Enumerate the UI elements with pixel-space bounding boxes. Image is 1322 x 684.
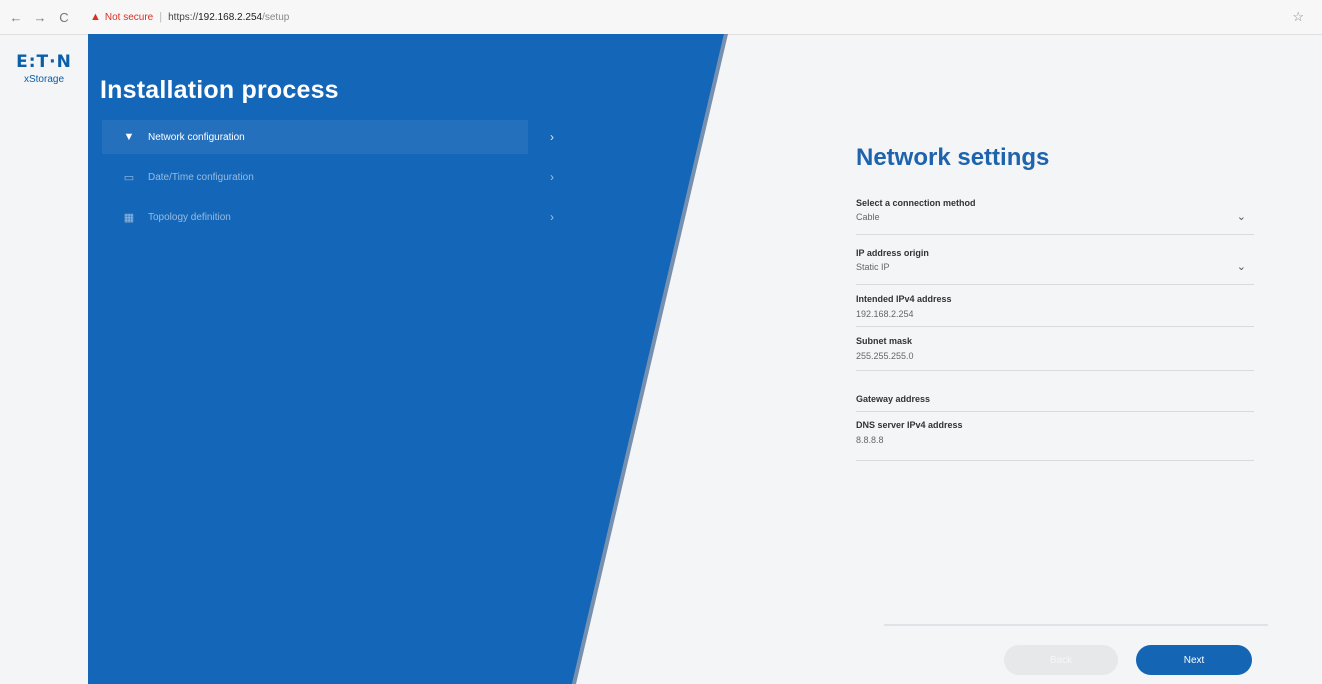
eaton-logo: E:T·N xStorage (12, 52, 76, 85)
ipv4-address-label: Intended IPv4 address (856, 294, 952, 304)
ip-origin-label: IP address origin (856, 248, 929, 258)
grid-icon: ▦ (123, 211, 135, 224)
dns-server-label: DNS server IPv4 address (856, 420, 963, 430)
url-host: 192.168.2.254 (198, 11, 263, 23)
step-label: Date/Time configuration (148, 171, 254, 183)
connection-method-label: Select a connection method (856, 198, 976, 208)
network-settings-title: Network settings (856, 144, 1050, 171)
gateway-address-label: Gateway address (856, 394, 931, 404)
address-separator: | (159, 11, 163, 23)
step-label: Network configuration (148, 131, 245, 143)
back-button[interactable]: Back (1004, 645, 1118, 675)
subnet-mask-field: Subnet mask (856, 336, 1254, 371)
subnet-mask-label: Subnet mask (856, 336, 913, 346)
step-label: Topology definition (148, 211, 231, 223)
step-network-configuration[interactable]: ▼ Network configuration › (102, 120, 554, 154)
page-title: Installation process (100, 76, 339, 104)
connection-method-select[interactable]: Select a connection method Cable ⌄ (856, 198, 1254, 235)
ipv4-address-input[interactable] (856, 309, 1254, 319)
installation-sidebar: Installation process ▼ Network configura… (88, 34, 648, 684)
subnet-mask-input[interactable] (856, 351, 1254, 361)
footer-divider (884, 624, 1268, 626)
gateway-address-field: Gateway address (856, 394, 1254, 412)
address-bar[interactable]: https://192.168.2.254/setup (168, 12, 289, 23)
chevron-right-icon: › (550, 210, 554, 224)
ip-origin-select[interactable]: IP address origin Static IP ⌄ (856, 248, 1254, 285)
url-scheme: https:// (168, 11, 199, 23)
url-path: /setup (262, 11, 290, 23)
calendar-icon: ▭ (123, 171, 135, 184)
bookmark-star-icon[interactable]: ☆ (1292, 9, 1304, 25)
chevron-right-icon: › (550, 170, 554, 184)
ip-origin-value: Static IP (856, 262, 890, 272)
brand-logo-text: E:T·N (16, 52, 72, 72)
back-arrow-icon[interactable]: ← (8, 10, 24, 25)
chevron-down-icon[interactable]: ⌄ (1237, 210, 1246, 223)
step-topology-definition[interactable]: ▦ Topology definition › (102, 200, 554, 234)
browser-toolbar: ← → C ▲ Not secure | https://192.168.2.2… (0, 0, 1322, 35)
ipv4-address-field: Intended IPv4 address (856, 294, 1254, 327)
connection-method-value: Cable (856, 212, 880, 222)
next-button[interactable]: Next (1136, 645, 1252, 675)
chevron-down-icon[interactable]: ⌄ (1237, 260, 1246, 273)
dns-server-field: DNS server IPv4 address (856, 420, 1254, 461)
chevron-right-icon: › (550, 130, 554, 144)
forward-arrow-icon[interactable]: → (32, 10, 48, 25)
dns-server-input[interactable] (856, 435, 1254, 445)
not-secure-label[interactable]: Not secure (105, 12, 153, 23)
warning-icon: ▲ (90, 11, 101, 23)
step-date-time-configuration[interactable]: ▭ Date/Time configuration › (102, 160, 554, 194)
wifi-icon: ▼ (123, 131, 135, 143)
product-name: xStorage (23, 74, 65, 85)
reload-icon[interactable]: C (56, 10, 72, 25)
